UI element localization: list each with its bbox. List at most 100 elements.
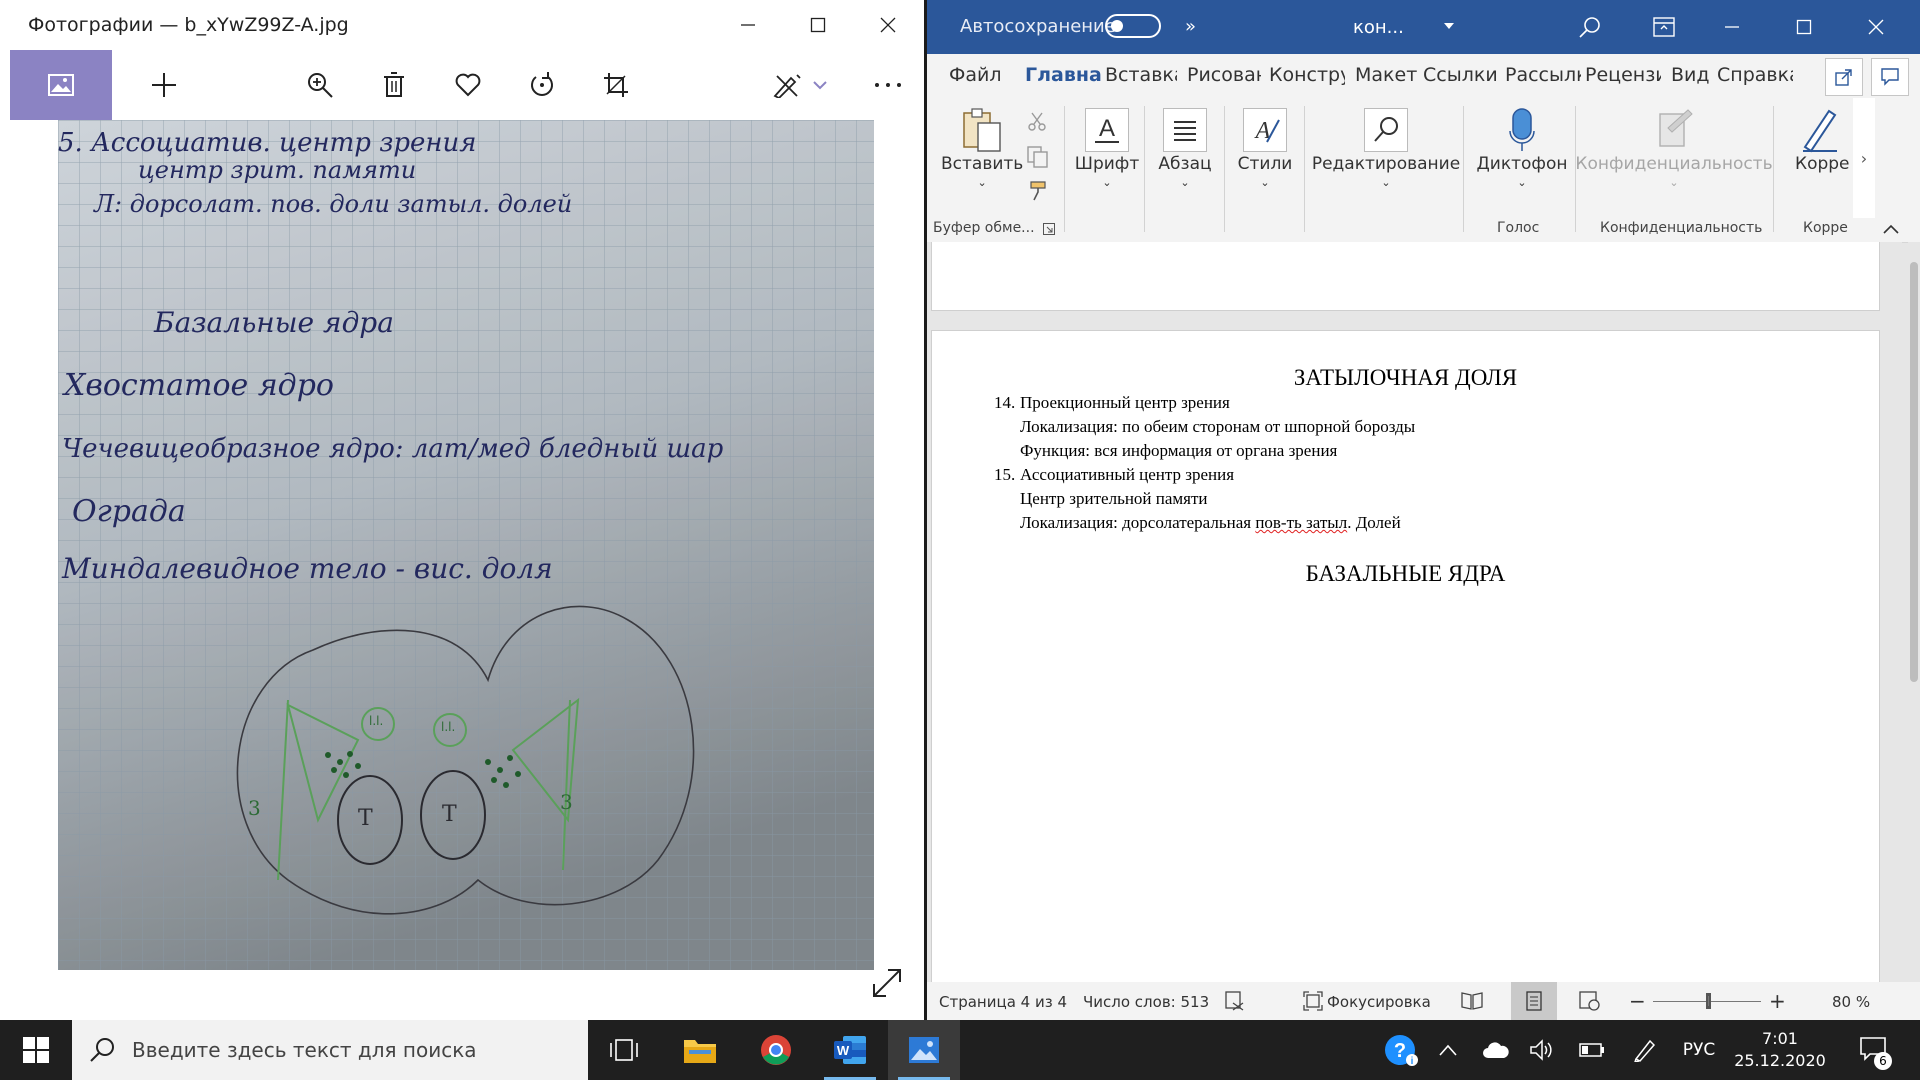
web-layout-icon[interactable]: [1579, 991, 1601, 1011]
edit-draw-icon: [773, 74, 801, 98]
add-to-button[interactable]: [136, 50, 192, 120]
maximize-button[interactable]: [1775, 0, 1833, 54]
onedrive-tray[interactable]: [1476, 1020, 1516, 1080]
pen-tray[interactable]: [1624, 1020, 1664, 1080]
favorite-button[interactable]: [440, 50, 496, 120]
format-painter-icon[interactable]: [1027, 180, 1049, 202]
tab-draw[interactable]: Рисован: [1187, 64, 1261, 86]
tab-insert[interactable]: Вставка: [1105, 64, 1177, 86]
document-area: ЗАТЫЛОЧНАЯ ДОЛЯ 14. Проекционный центр з…: [927, 242, 1902, 992]
more-options-button[interactable]: [860, 50, 916, 120]
document-name[interactable]: кон...: [1353, 17, 1404, 38]
font-button[interactable]: A Шрифт ⌄: [1071, 106, 1143, 189]
document-page[interactable]: ЗАТЫЛОЧНАЯ ДОЛЯ 14. Проекционный центр з…: [931, 330, 1880, 992]
language-indicator[interactable]: РУС: [1676, 1020, 1722, 1080]
taskbar-search-box[interactable]: Введите здесь текст для поиска: [72, 1020, 588, 1080]
font-icon: A: [1085, 108, 1129, 152]
word-app[interactable]: W: [814, 1020, 886, 1080]
photo-view[interactable]: 5. Ассоциатив. центр зрения центр зрит. …: [58, 120, 874, 970]
tab-view[interactable]: Вид: [1671, 64, 1710, 86]
start-button[interactable]: [0, 1020, 72, 1080]
maximize-button[interactable]: [784, 0, 852, 50]
styles-button[interactable]: A Стили ⌄: [1229, 106, 1301, 189]
zoom-in-button[interactable]: +: [1769, 989, 1786, 1013]
task-view-button[interactable]: [588, 1020, 660, 1080]
collapse-ribbon-icon[interactable]: [1883, 224, 1899, 234]
editing-button[interactable]: Редактирование ⌄: [1311, 106, 1461, 189]
tab-home[interactable]: Главная: [1025, 64, 1101, 86]
fullscreen-icon[interactable]: [870, 966, 904, 1000]
zoom-level[interactable]: 80 %: [1832, 993, 1870, 1011]
tab-help[interactable]: Справка: [1717, 64, 1793, 86]
copy-icon[interactable]: [1027, 146, 1049, 168]
heading-basal-nuclei: БАЗАЛЬНЫЕ ЯДРА: [1305, 561, 1506, 586]
action-center-button[interactable]: 6: [1852, 1020, 1896, 1080]
sensitivity-icon: [1659, 109, 1693, 147]
tab-layout[interactable]: Макет: [1355, 64, 1417, 86]
file-explorer-app[interactable]: [664, 1020, 736, 1080]
photos-title-bar: Фотографии — b_xYwZ99Z-A.jpg: [0, 0, 924, 50]
show-hidden-icons[interactable]: [1430, 1020, 1466, 1080]
proofing-icon[interactable]: [1225, 991, 1245, 1011]
tab-file[interactable]: Файл: [949, 64, 1002, 86]
chrome-app[interactable]: [740, 1020, 812, 1080]
minimize-icon: [1725, 26, 1739, 28]
photos-app[interactable]: [888, 1020, 960, 1080]
edit-dropdown[interactable]: [800, 50, 840, 120]
editor-button[interactable]: Корре: [1795, 106, 1851, 174]
clock-time: 7:01: [1762, 1029, 1798, 1048]
dictate-button[interactable]: Диктофон ⌄: [1467, 106, 1577, 189]
vertical-scrollbar[interactable]: [1908, 242, 1920, 982]
see-all-photos-button[interactable]: [10, 50, 112, 120]
paragraph-button[interactable]: Абзац ⌄: [1149, 106, 1221, 189]
focus-icon[interactable]: [1303, 991, 1323, 1011]
sensitivity-button[interactable]: Конфиденциальность ⌄: [1575, 106, 1773, 189]
word-count[interactable]: Число слов: 513: [1083, 993, 1209, 1011]
scrollbar-thumb[interactable]: [1910, 262, 1918, 682]
share-button[interactable]: [1825, 58, 1863, 96]
quick-access-more-icon[interactable]: »: [1185, 16, 1196, 37]
dictate-label: Диктофон: [1476, 154, 1568, 174]
read-mode-icon[interactable]: [1461, 991, 1483, 1011]
close-button[interactable]: [1847, 0, 1905, 54]
delete-button[interactable]: [366, 50, 422, 120]
battery-tray[interactable]: [1572, 1020, 1612, 1080]
focus-mode-button[interactable]: Фокусировка: [1327, 993, 1431, 1011]
microphone-icon: [1509, 108, 1535, 151]
help-tray[interactable]: ? i: [1380, 1020, 1424, 1080]
tab-references[interactable]: Ссылки: [1423, 64, 1498, 86]
zoom-out-button[interactable]: −: [1629, 989, 1646, 1013]
minimize-icon: [741, 24, 755, 26]
cut-icon[interactable]: [1027, 112, 1047, 132]
tab-mailings[interactable]: Рассылк: [1505, 64, 1581, 86]
volume-tray[interactable]: [1522, 1020, 1562, 1080]
autosave-toggle[interactable]: [1105, 14, 1161, 38]
chevron-up-icon: [1439, 1044, 1457, 1056]
folder-icon: [684, 1040, 716, 1063]
text-run: Локализация: дорсолатеральная: [1020, 513, 1256, 532]
ribbon-scroll-right-icon[interactable]: ›: [1853, 98, 1875, 218]
page-count[interactable]: Страница 4 из 4: [939, 993, 1067, 1011]
close-button[interactable]: [854, 0, 922, 50]
task-view-icon: [610, 1039, 638, 1061]
dialog-launcher-icon[interactable]: [1043, 223, 1055, 235]
search-button[interactable]: [1561, 0, 1619, 54]
sensitivity-label: Конфиденциальность: [1575, 154, 1773, 174]
ribbon-display-button[interactable]: [1635, 0, 1693, 54]
rotate-icon: [531, 72, 553, 96]
rotate-button[interactable]: [514, 50, 570, 120]
clock[interactable]: 7:01 25.12.2020: [1730, 1028, 1830, 1072]
paste-button[interactable]: Вставить ⌄: [941, 106, 1023, 189]
zoom-slider-tick: [1708, 996, 1709, 1006]
zoom-button[interactable]: [292, 50, 348, 120]
minimize-button[interactable]: [714, 0, 782, 50]
tab-design[interactable]: Констру: [1269, 64, 1345, 86]
print-layout-button[interactable]: [1511, 982, 1557, 1020]
help-icon: ? i: [1385, 1035, 1418, 1067]
tab-review[interactable]: Рецензи: [1585, 64, 1661, 86]
minimize-button[interactable]: [1703, 0, 1761, 54]
heading-occipital: ЗАТЫЛОЧНАЯ ДОЛЯ: [1293, 365, 1518, 390]
comments-button[interactable]: [1871, 58, 1909, 96]
chevron-down-icon[interactable]: [1443, 22, 1455, 30]
crop-button[interactable]: [588, 50, 644, 120]
